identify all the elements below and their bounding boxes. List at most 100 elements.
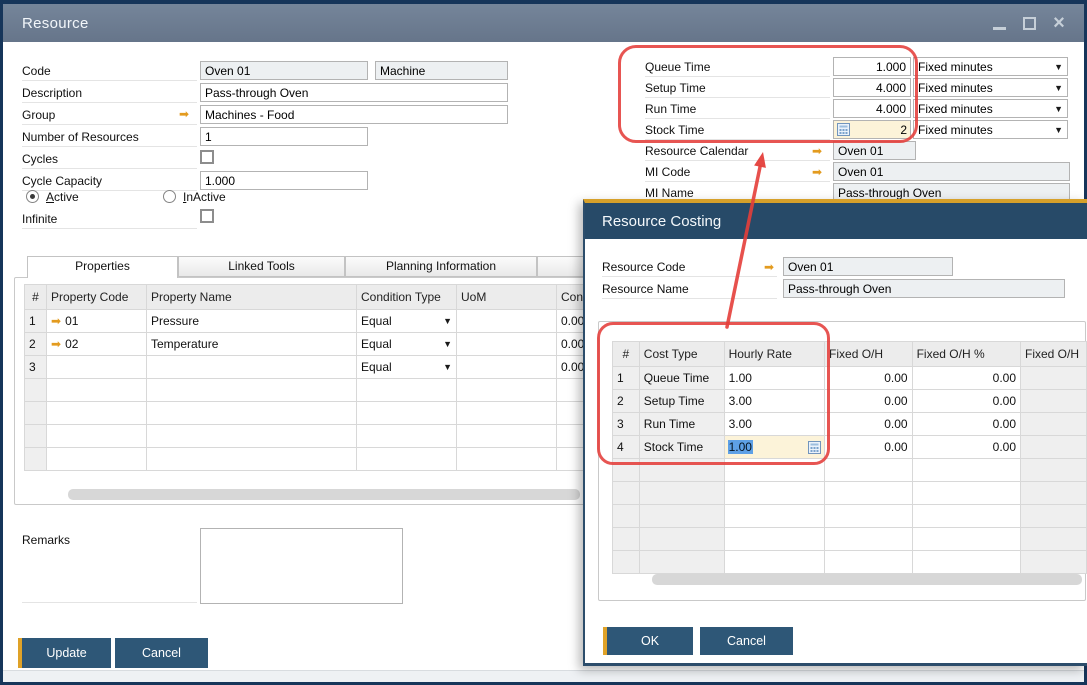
resource-name-label: Resource Name xyxy=(602,281,777,299)
resource-code-link-arrow-icon[interactable]: ➡ xyxy=(764,261,774,273)
update-button[interactable]: Update xyxy=(18,638,111,668)
condition-type-cell[interactable]: Equal▼ xyxy=(357,310,457,333)
fixed-oh-cell[interactable] xyxy=(825,528,913,551)
fixed-oh-cell[interactable]: 0.00 xyxy=(825,367,913,390)
uom-cell[interactable] xyxy=(457,333,557,356)
resource-code-input[interactable]: Oven 01 xyxy=(783,257,953,276)
uom-cell[interactable] xyxy=(457,402,557,425)
close-button[interactable]: × xyxy=(1048,12,1070,34)
cycles-checkbox[interactable] xyxy=(200,150,214,164)
property-code-cell[interactable] xyxy=(47,402,147,425)
property-name-cell[interactable] xyxy=(147,379,357,402)
uom-cell[interactable] xyxy=(457,310,557,333)
fixed-oh-cell[interactable]: 0.00 xyxy=(825,390,913,413)
fixed-oh-pct-cell[interactable] xyxy=(912,505,1020,528)
code-input[interactable]: Oven 01 xyxy=(200,61,368,80)
main-cancel-button[interactable]: Cancel xyxy=(115,638,208,668)
link-arrow-icon[interactable]: ➡ xyxy=(51,315,61,327)
cycle-capacity-input[interactable]: 1.000 xyxy=(200,171,368,190)
infinite-checkbox[interactable] xyxy=(200,209,214,223)
active-radio-label[interactable]: Active xyxy=(46,190,79,204)
number-of-resources-input[interactable]: 1 xyxy=(200,127,368,146)
property-code-cell[interactable] xyxy=(47,425,147,448)
ok-button[interactable]: OK xyxy=(603,627,693,655)
maximize-button[interactable] xyxy=(1018,12,1040,34)
stock-time-unit-select[interactable]: Fixed minutes ▼ xyxy=(913,120,1068,139)
active-radio[interactable] xyxy=(26,190,39,203)
fixed-oh-cell[interactable]: 0.00 xyxy=(825,413,913,436)
dropdown-icon[interactable]: ▼ xyxy=(1054,59,1063,75)
dropdown-icon[interactable]: ▼ xyxy=(1054,101,1063,117)
resource-calendar-link-arrow-icon[interactable]: ➡ xyxy=(812,145,822,157)
run-time-unit-select[interactable]: Fixed minutes ▼ xyxy=(913,99,1068,118)
tab-planning-information[interactable]: Planning Information xyxy=(345,256,537,277)
hourly-rate-cell[interactable] xyxy=(724,528,824,551)
condition-type-cell[interactable]: Equal▼ xyxy=(357,356,457,379)
condition-type-cell[interactable] xyxy=(357,402,457,425)
property-name-cell[interactable]: Temperature xyxy=(147,333,357,356)
condition-type-cell[interactable] xyxy=(357,425,457,448)
fixed-oh-pct-cell[interactable]: 0.00 xyxy=(912,413,1020,436)
fixed-oh-pct-cell[interactable]: 0.00 xyxy=(912,436,1020,459)
inactive-radio-label[interactable]: InActive xyxy=(183,190,226,204)
minimize-button[interactable] xyxy=(988,12,1010,34)
fixed-oh-cell[interactable] xyxy=(825,482,913,505)
dialog-cancel-button[interactable]: Cancel xyxy=(700,627,793,655)
property-name-cell[interactable] xyxy=(147,356,357,379)
horizontal-scrollbar-thumb[interactable] xyxy=(68,489,580,500)
uom-cell[interactable] xyxy=(457,448,557,471)
tab-properties[interactable]: Properties xyxy=(27,256,178,278)
link-arrow-icon[interactable]: ➡ xyxy=(51,338,61,350)
group-input[interactable]: Machines - Food xyxy=(200,105,508,124)
fixed-oh-pct-cell[interactable]: 0.00 xyxy=(912,390,1020,413)
uom-cell[interactable] xyxy=(457,425,557,448)
remarks-input[interactable] xyxy=(200,528,403,604)
hourly-rate-cell[interactable] xyxy=(724,505,824,528)
resource-calendar-label: Resource Calendar xyxy=(645,143,830,161)
fixed-oh-amount-cell xyxy=(1021,436,1087,459)
fixed-oh-cell[interactable]: 0.00 xyxy=(825,436,913,459)
condition-type-cell[interactable] xyxy=(357,448,457,471)
dialog-horizontal-scrollbar-thumb[interactable] xyxy=(652,574,1082,585)
property-name-cell[interactable]: Pressure xyxy=(147,310,357,333)
resource-type-input[interactable]: Machine xyxy=(375,61,508,80)
property-code-cell[interactable]: ➡01 xyxy=(47,310,147,333)
resource-calendar-input[interactable]: Oven 01 xyxy=(833,141,916,160)
description-input[interactable]: Pass-through Oven xyxy=(200,83,508,102)
setup-time-unit-select[interactable]: Fixed minutes ▼ xyxy=(913,78,1068,97)
dropdown-icon[interactable]: ▼ xyxy=(443,339,452,349)
property-code-cell[interactable] xyxy=(47,379,147,402)
hourly-rate-cell[interactable] xyxy=(724,482,824,505)
property-code-cell[interactable]: ➡02 xyxy=(47,333,147,356)
fixed-oh-cell[interactable] xyxy=(825,551,913,574)
tab-linked-tools[interactable]: Linked Tools xyxy=(178,256,345,277)
fixed-oh-pct-cell[interactable]: 0.00 xyxy=(912,367,1020,390)
property-name-cell[interactable] xyxy=(147,425,357,448)
condition-type-cell[interactable]: Equal▼ xyxy=(357,333,457,356)
dropdown-icon[interactable]: ▼ xyxy=(1054,80,1063,96)
property-code-cell[interactable] xyxy=(47,356,147,379)
fixed-oh-pct-cell[interactable] xyxy=(912,551,1020,574)
fixed-oh-pct-cell[interactable] xyxy=(912,482,1020,505)
dropdown-icon[interactable]: ▼ xyxy=(1054,122,1063,138)
queue-time-unit-select[interactable]: Fixed minutes ▼ xyxy=(913,57,1068,76)
mi-code-link-arrow-icon[interactable]: ➡ xyxy=(812,166,822,178)
property-name-cell[interactable] xyxy=(147,448,357,471)
hourly-rate-cell[interactable] xyxy=(724,551,824,574)
condition-type-cell[interactable] xyxy=(357,379,457,402)
uom-cell[interactable] xyxy=(457,356,557,379)
dropdown-icon[interactable]: ▼ xyxy=(443,362,452,372)
fixed-oh-cell[interactable] xyxy=(825,505,913,528)
property-name-cell[interactable] xyxy=(147,402,357,425)
table-row-empty xyxy=(613,505,1087,528)
dropdown-icon[interactable]: ▼ xyxy=(443,316,452,326)
property-code-cell[interactable] xyxy=(47,448,147,471)
mi-code-input[interactable]: Oven 01 xyxy=(833,162,1070,181)
uom-cell[interactable] xyxy=(457,379,557,402)
inactive-radio[interactable] xyxy=(163,190,176,203)
resource-name-input[interactable]: Pass-through Oven xyxy=(783,279,1065,298)
fixed-oh-pct-cell[interactable] xyxy=(912,459,1020,482)
group-link-arrow-icon[interactable]: ➡ xyxy=(179,108,189,120)
fixed-oh-pct-cell[interactable] xyxy=(912,528,1020,551)
fixed-oh-cell[interactable] xyxy=(825,459,913,482)
